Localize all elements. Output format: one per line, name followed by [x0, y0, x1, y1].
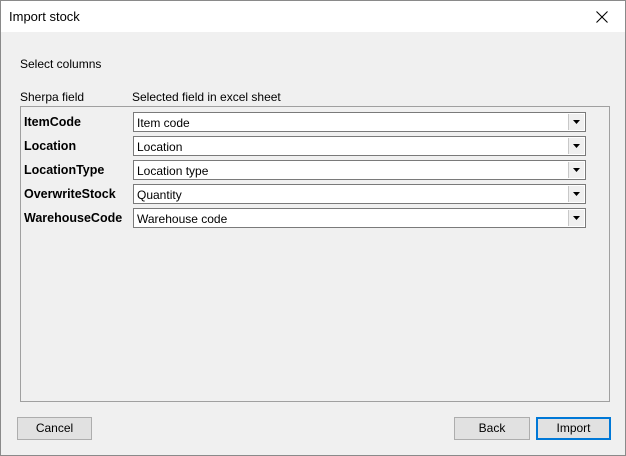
import-stock-window: Import stock Select columns Sherpa field…: [0, 0, 626, 456]
mapping-row-locationtype: LocationType Location type: [21, 160, 609, 182]
dropdown-button[interactable]: [568, 186, 584, 202]
field-label: WarehouseCode: [24, 211, 123, 225]
select-value: Location type: [137, 164, 209, 178]
dropdown-button[interactable]: [568, 210, 584, 226]
back-button[interactable]: Back: [454, 417, 530, 440]
warehousecode-select[interactable]: Warehouse code: [133, 208, 586, 228]
close-button[interactable]: [579, 1, 625, 32]
itemcode-select[interactable]: Item code: [133, 112, 586, 132]
chevron-down-icon: [573, 120, 580, 124]
mapping-panel: ItemCode Item code Location Location Loc…: [20, 106, 610, 402]
dropdown-button[interactable]: [568, 114, 584, 130]
mapping-row-itemcode: ItemCode Item code: [21, 112, 609, 134]
field-label: LocationType: [24, 163, 105, 177]
chevron-down-icon: [573, 168, 580, 172]
dropdown-button[interactable]: [568, 138, 584, 154]
title-bar: Import stock: [1, 1, 625, 32]
cancel-button[interactable]: Cancel: [17, 417, 92, 440]
import-button[interactable]: Import: [536, 417, 611, 440]
window-title: Import stock: [9, 9, 80, 24]
chevron-down-icon: [573, 216, 580, 220]
select-value: Item code: [137, 116, 190, 130]
mapping-row-warehousecode: WarehouseCode Warehouse code: [21, 208, 609, 230]
column-header-excel-field: Selected field in excel sheet: [132, 90, 281, 104]
chevron-down-icon: [573, 144, 580, 148]
field-label: OverwriteStock: [24, 187, 116, 201]
field-label: Location: [24, 139, 77, 153]
mapping-row-overwritestock: OverwriteStock Quantity: [21, 184, 609, 206]
mapping-row-location: Location Location: [21, 136, 609, 158]
locationtype-select[interactable]: Location type: [133, 160, 586, 180]
section-label: Select columns: [20, 57, 102, 71]
overwritestock-select[interactable]: Quantity: [133, 184, 586, 204]
chevron-down-icon: [573, 192, 580, 196]
location-select[interactable]: Location: [133, 136, 586, 156]
select-value: Quantity: [137, 188, 182, 202]
select-value: Location: [137, 140, 183, 154]
field-label: ItemCode: [24, 115, 81, 129]
column-header-sherpa-field: Sherpa field: [20, 90, 85, 104]
select-value: Warehouse code: [137, 212, 228, 226]
close-icon: [596, 11, 608, 23]
dropdown-button[interactable]: [568, 162, 584, 178]
